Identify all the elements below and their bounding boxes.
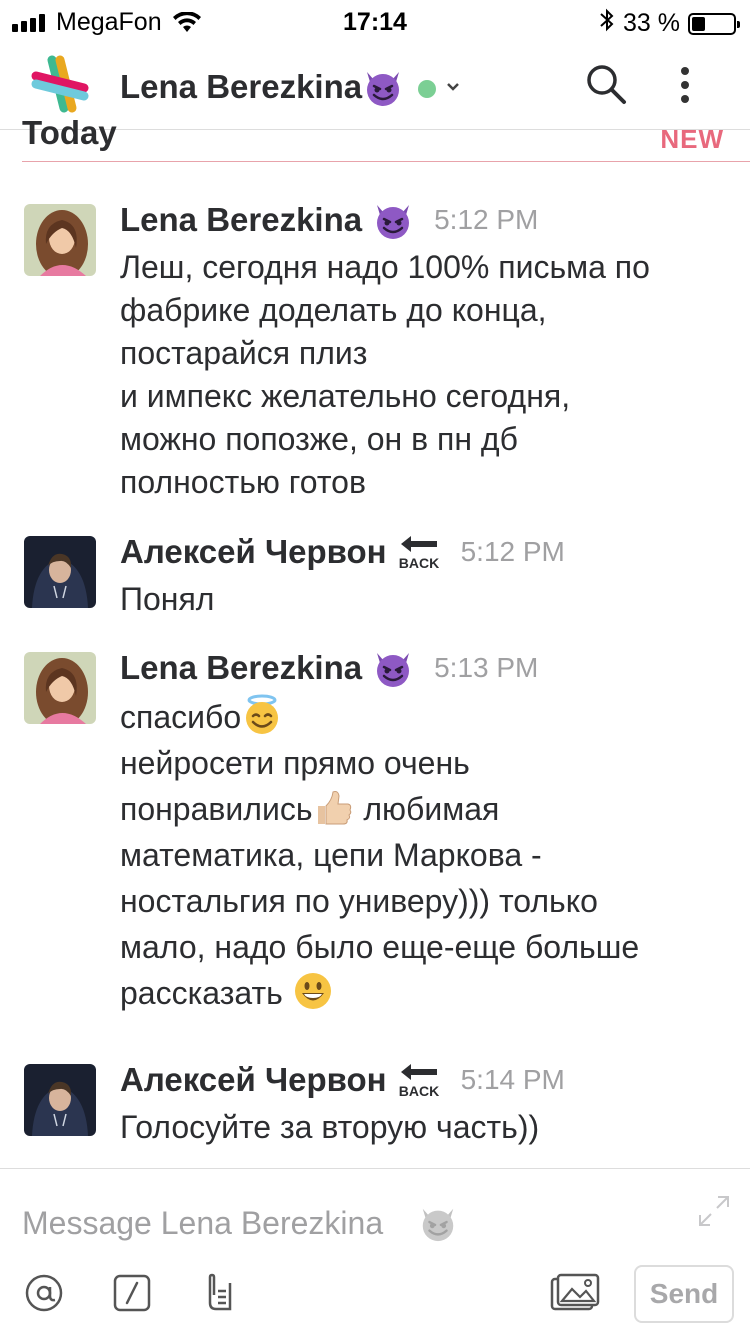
message-line: полностью готов [120, 464, 366, 500]
message-time: 5:14 PM [460, 1064, 565, 1095]
day-divider: Today NEW [22, 114, 750, 162]
chevron-down-icon[interactable] [446, 76, 460, 97]
channel-title[interactable]: Lena Berezkina [120, 68, 362, 106]
smiling-imp-emoji [422, 1208, 454, 1242]
svg-text:BACK: BACK [398, 1083, 438, 1099]
message-line: Леш, сегодня надо 100% письма по [120, 249, 650, 285]
smiling-imp-emoji [377, 653, 410, 687]
sender-name[interactable]: Алексей Червон [120, 533, 387, 571]
message-text: Леш, сегодня надо 100% письма по фабрике… [120, 246, 730, 504]
message-line: Понял [120, 581, 215, 617]
more-vertical-icon[interactable] [672, 64, 698, 106]
message-header: Алексей Червон BACK 5:12 PM [120, 532, 565, 572]
sender-name[interactable]: Lena Berezkina [120, 649, 362, 687]
message-text: Голосуйте за вторую часть)) [120, 1106, 730, 1149]
slack-logo[interactable] [30, 54, 90, 114]
message-header: Lena Berezkina 5:13 PM [120, 648, 538, 688]
status-bar: MegaFon 17:14 33 % [0, 0, 750, 40]
back-arrow-emoji: BACK [398, 1064, 439, 1099]
message-line: мало, надо было еще-еще больше [120, 929, 640, 965]
message-line: и импекс желательно сегодня, [120, 378, 571, 414]
day-label: Today [22, 114, 117, 151]
battery-fill [692, 16, 706, 31]
battery-percent: 33 % [623, 9, 680, 37]
svg-text:BACK: BACK [398, 555, 438, 571]
smiling-imp-emoji [377, 205, 410, 239]
message-line: нейросети прямо очень [120, 745, 470, 781]
sender-name[interactable]: Алексей Червон [120, 1061, 387, 1099]
new-messages-label: NEW [660, 124, 724, 154]
message-line: математика, цепи Маркова - [120, 837, 542, 873]
avatar[interactable] [24, 204, 96, 276]
avatar[interactable] [24, 652, 96, 724]
message-header: Lena Berezkina 5:12 PM [120, 200, 538, 240]
message-composer: Send [0, 1168, 750, 1334]
smiling-face-with-halo-emoji [246, 694, 279, 734]
message-line: постарайся плиз [120, 335, 368, 371]
message-input[interactable] [22, 1201, 482, 1245]
message-line: Голосуйте за вторую часть)) [120, 1109, 540, 1145]
status-bar-right: 33 % [599, 8, 740, 39]
back-arrow-emoji: BACK [398, 536, 439, 571]
message-text-fragment: понравились [120, 791, 313, 827]
message-text: Понял [120, 578, 730, 621]
message-line: рассказать [120, 970, 730, 1016]
smiling-imp-emoji [367, 72, 399, 106]
message-text-fragment: любимая [354, 791, 500, 827]
thumbs-up-emoji [318, 791, 352, 825]
expand-icon[interactable] [696, 1193, 732, 1229]
bluetooth-icon [599, 8, 615, 39]
message-time: 5:12 PM [434, 204, 539, 235]
avatar[interactable] [24, 1064, 96, 1136]
at-icon[interactable] [24, 1273, 64, 1313]
message-text-fragment: рассказать [120, 975, 292, 1011]
sender-name[interactable]: Lena Berezkina [120, 201, 362, 239]
message-line: спасибо [120, 694, 730, 740]
slash-command-icon[interactable] [112, 1273, 152, 1313]
presence-indicator [418, 80, 436, 98]
message-time: 5:12 PM [460, 536, 565, 567]
message-line: понравились любимая [120, 786, 730, 832]
send-button[interactable]: Send [634, 1265, 734, 1323]
search-icon[interactable] [584, 62, 628, 106]
message-time: 5:13 PM [434, 652, 539, 683]
message-text: спасибо нейросети прямо очень понравилис… [120, 694, 730, 1016]
message-line: можно попозже, он в пн дб [120, 421, 518, 457]
battery-icon [688, 12, 740, 35]
attach-file-icon[interactable] [200, 1273, 240, 1313]
grinning-face-emoji [294, 973, 331, 1009]
message-line: фабрике доделать до конца, [120, 292, 547, 328]
message-text-fragment: спасибо [120, 699, 242, 735]
message-line: ностальгия по универу))) только [120, 883, 598, 919]
photo-icon[interactable] [550, 1273, 600, 1313]
avatar[interactable] [24, 536, 96, 608]
message-header: Алексей Червон BACK 5:14 PM [120, 1060, 565, 1100]
